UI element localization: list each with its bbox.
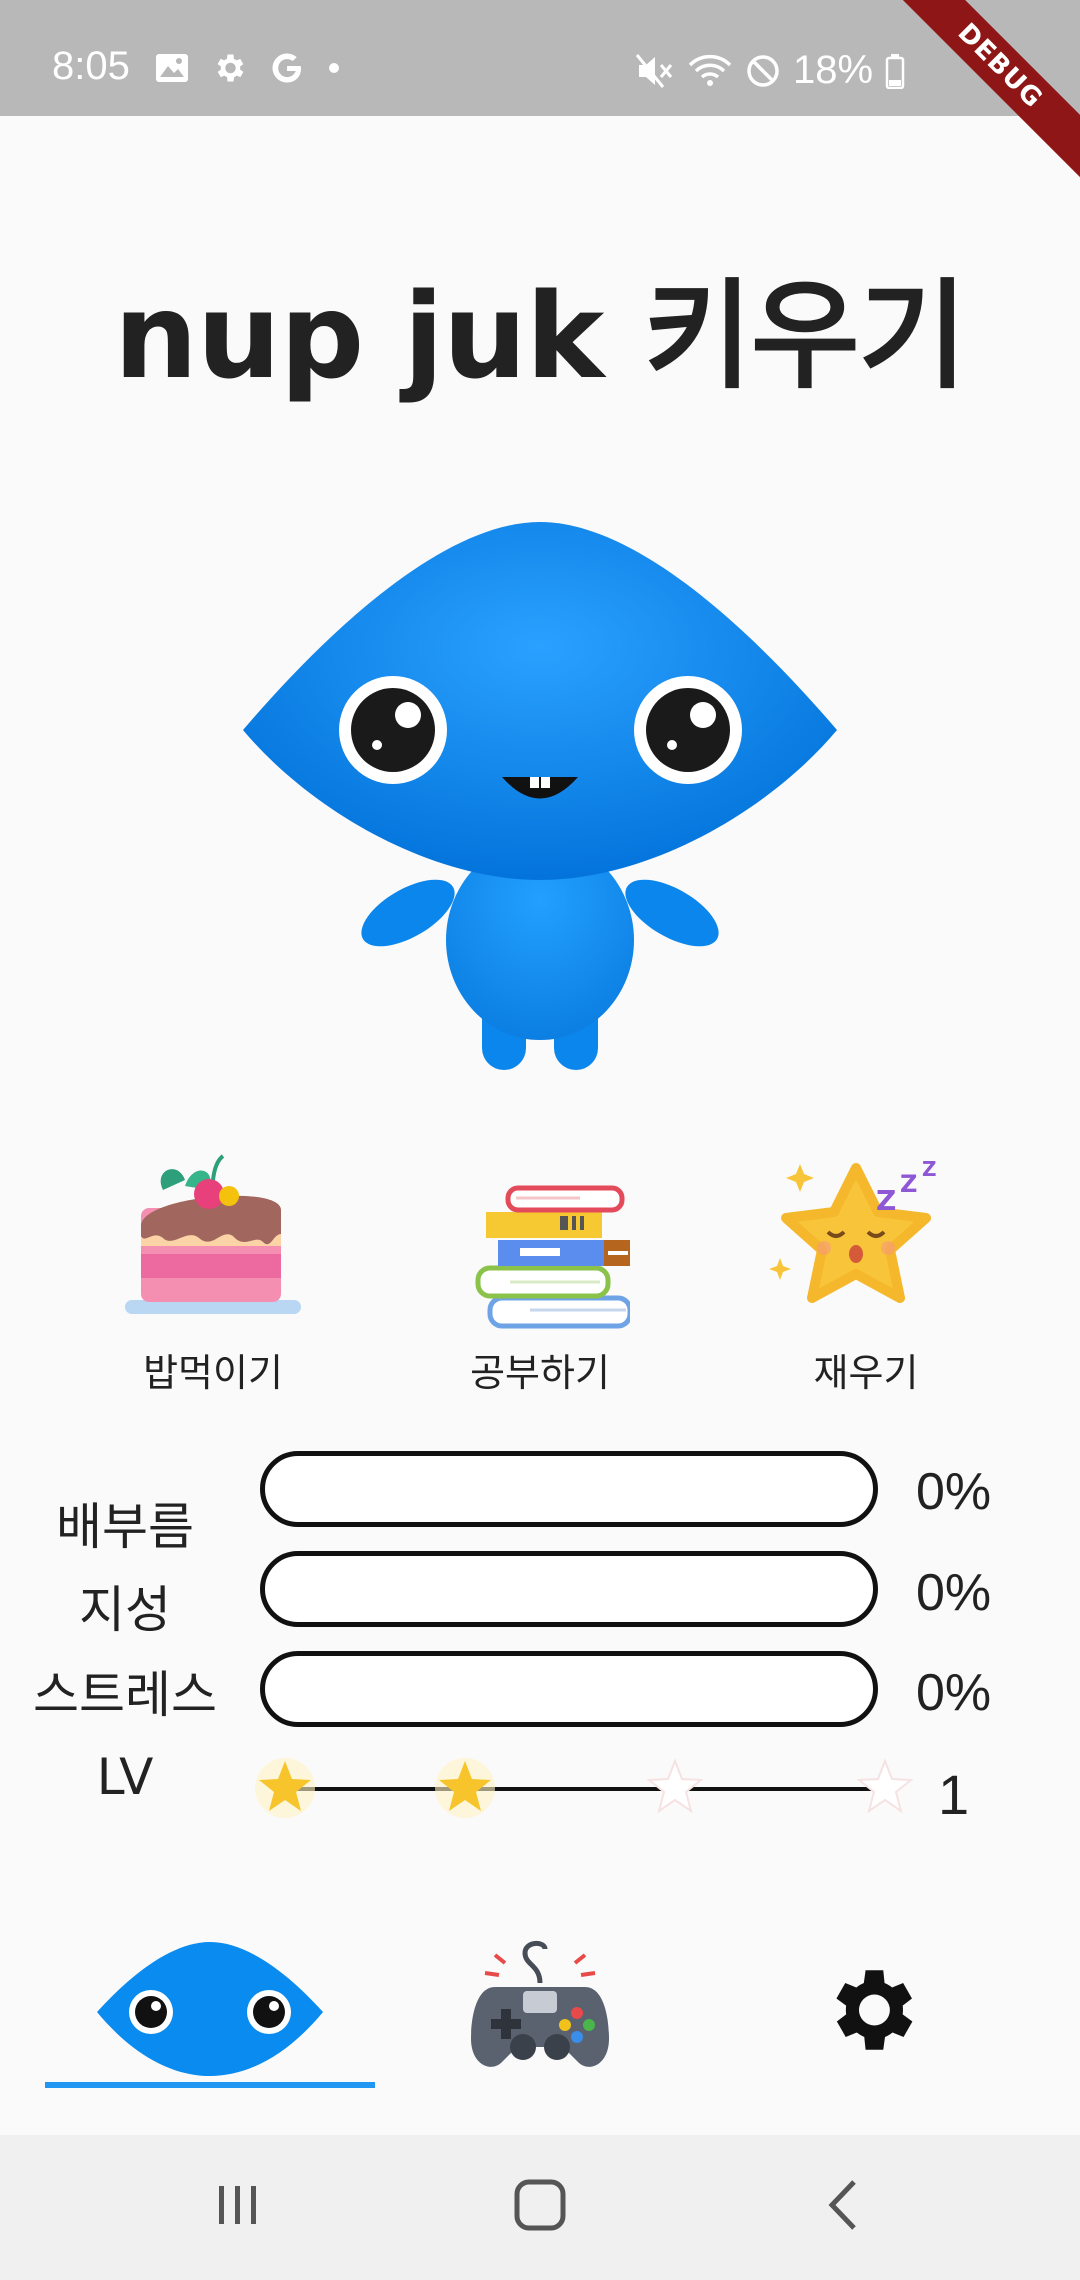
gamepad-icon	[471, 1941, 609, 2067]
debug-banner: DEBUG	[880, 0, 1080, 200]
fullness-label: 배부름	[56, 1498, 194, 1556]
google-icon	[272, 53, 301, 83]
study-button[interactable]: 공부하기	[420, 1150, 660, 1397]
stress-bar	[260, 1651, 878, 1727]
gear-icon	[836, 1970, 913, 2050]
study-label: 공부하기	[470, 1351, 610, 1395]
svg-text:Z: Z	[900, 1170, 917, 1198]
nupjuk-face-icon	[97, 1942, 323, 2076]
intelligence-label: 지성	[79, 1581, 171, 1639]
nupjuk-character[interactable]	[240, 520, 840, 1080]
stress-label: 스트레스	[33, 1666, 217, 1724]
system-nav-bar	[0, 2135, 1080, 2280]
sleep-label: 재우기	[813, 1351, 919, 1395]
intelligence-bar	[260, 1551, 878, 1627]
level-star-empty-icon	[856, 1758, 914, 1814]
settings-icon	[217, 54, 244, 82]
nav-game-tab[interactable]	[390, 1930, 690, 2090]
nav-pet-tab[interactable]	[60, 1930, 360, 2090]
fullness-bar	[260, 1451, 878, 1527]
home-icon	[514, 2179, 566, 2231]
sleep-button[interactable]: Z Z Z 재우기	[746, 1150, 986, 1397]
feed-button[interactable]: 밥먹이기	[93, 1150, 333, 1397]
nupjuk-character-art	[243, 522, 837, 1070]
dot-icon	[329, 63, 339, 73]
debug-banner-label: DEBUG	[885, 0, 1080, 181]
sleeping-star-icon: Z Z Z	[746, 1150, 986, 1330]
svg-text:Z: Z	[876, 1184, 896, 1217]
level-track	[285, 1787, 890, 1791]
svg-text:Z: Z	[922, 1157, 937, 1181]
status-icons-left	[155, 50, 341, 86]
back-icon	[828, 2180, 856, 2230]
level-star-filled-icon	[255, 1758, 315, 1818]
stress-percent: 0%	[916, 1664, 992, 1722]
page-title: nup juk 키우기	[113, 267, 967, 405]
battery-icon	[885, 53, 905, 89]
battery-percent: 18%	[793, 48, 874, 92]
status-bar: 8:05 18% DEBUG	[0, 0, 1080, 181]
level-value: 1	[938, 1763, 970, 1826]
home-button[interactable]	[490, 2155, 590, 2255]
level-star-empty-icon	[646, 1758, 704, 1814]
dnd-icon	[747, 54, 779, 87]
image-icon	[156, 54, 188, 82]
books-icon	[420, 1150, 660, 1330]
mute-icon	[635, 53, 673, 88]
fullness-percent: 0%	[916, 1463, 992, 1521]
status-icons-right: 18%	[635, 48, 905, 93]
recents-icon	[219, 2186, 256, 2224]
bottom-nav	[0, 1930, 1080, 2135]
status-time: 8:05	[52, 44, 130, 88]
recents-button[interactable]	[188, 2155, 288, 2255]
nav-settings-tab[interactable]	[720, 1930, 1020, 2090]
wifi-icon	[688, 54, 732, 86]
back-button[interactable]	[792, 2155, 892, 2255]
intelligence-percent: 0%	[916, 1564, 992, 1622]
level-label: LV	[96, 1748, 154, 1806]
nav-selected-indicator	[45, 2082, 375, 2088]
level-star-filled-icon	[435, 1758, 495, 1818]
cake-icon	[93, 1150, 333, 1330]
feed-label: 밥먹이기	[143, 1351, 283, 1395]
